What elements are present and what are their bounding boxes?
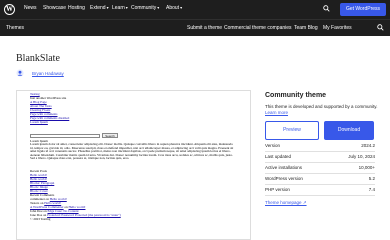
meta-key: Last updated <box>265 154 292 159</box>
meta-key: WordPress version <box>265 176 303 181</box>
theme-title: BlankSlate <box>16 53 60 64</box>
chevron-down-icon: ▾ <box>180 5 183 10</box>
nav-extend[interactable]: Extend▾ <box>90 5 109 11</box>
themes-subnav: Themes Submit a theme Commercial theme c… <box>0 19 390 36</box>
meta-row-active-installs: Active installations 10,000+ <box>265 163 375 174</box>
nav-about[interactable]: About▾ <box>166 5 182 11</box>
nav-learn[interactable]: Learn▾ <box>112 5 128 11</box>
meta-value: July 10, 2024 <box>348 154 375 159</box>
meta-row-last-updated: Last updated July 10, 2024 <box>265 152 375 163</box>
nav-about-label: About <box>166 5 180 11</box>
meta-value: 10,000+ <box>358 165 375 170</box>
preview-search-input <box>30 134 100 138</box>
user-avatar-icon <box>16 69 24 77</box>
chevron-down-icon: ▾ <box>106 5 109 10</box>
nav-learn-label: Learn <box>112 5 125 11</box>
theme-homepage-link[interactable]: Theme homepage ↗ <box>265 200 307 206</box>
meta-value: 7.4 <box>368 187 375 192</box>
preview-comment-link: Protected: Password Protected (the passw… <box>47 213 121 217</box>
preview-search-button: Search <box>102 133 118 138</box>
preview-menu-item: Lorem Ipsum <box>30 120 48 124</box>
commercial-companies-link[interactable]: Commercial theme companies <box>224 25 292 31</box>
community-theme-description: This theme is developed and supported by… <box>265 104 380 116</box>
chevron-down-icon: ▾ <box>125 5 128 10</box>
nav-extend-label: Extend <box>90 5 106 11</box>
preview-footer: © 2023 Testing <box>30 217 51 221</box>
theme-preview-screenshot[interactable]: Testing Just another WordPress site A Bl… <box>16 90 251 240</box>
meta-row-wp-version: WordPress version 5.2 <box>265 174 375 185</box>
meta-value: 2024.2 <box>361 143 375 148</box>
preview-post-body: Lorem ipsum dolor sit amet, consectetur … <box>30 142 234 161</box>
wordpress-logo-icon[interactable]: W <box>4 4 15 15</box>
nav-news[interactable]: News <box>24 5 37 11</box>
meta-row-php-version: PHP version 7.4 <box>265 185 375 196</box>
meta-key: PHP version <box>265 187 290 192</box>
chevron-down-icon: ▾ <box>157 5 160 10</box>
team-blog-link[interactable]: Team Blog <box>294 25 318 31</box>
community-theme-heading: Community theme <box>265 92 327 99</box>
nav-community[interactable]: Community▾ <box>131 5 159 11</box>
description-text: This theme is developed and supported by… <box>265 104 378 109</box>
my-favorites-link[interactable]: My Favorites <box>323 25 352 31</box>
theme-author-link[interactable]: Bryan Hadaway <box>32 71 64 76</box>
preview-button[interactable]: Preview <box>265 121 319 140</box>
nav-hosting[interactable]: Hosting <box>68 5 85 11</box>
global-nav-bar: W News Showcase Hosting Extend▾ Learn▾ C… <box>0 0 390 19</box>
learn-more-link[interactable]: Learn more <box>265 110 288 115</box>
get-wordpress-button[interactable]: Get WordPress <box>340 3 386 16</box>
search-icon[interactable] <box>377 24 384 31</box>
themes-section-link[interactable]: Themes <box>6 25 24 31</box>
search-icon[interactable] <box>323 5 330 12</box>
submit-theme-link[interactable]: Submit a theme <box>187 25 222 31</box>
meta-key: Version <box>265 143 281 148</box>
nav-showcase[interactable]: Showcase <box>43 5 66 11</box>
meta-value: 5.2 <box>368 176 375 181</box>
meta-row-version: Version 2024.2 <box>265 141 375 152</box>
nav-community-label: Community <box>131 5 157 11</box>
download-button[interactable]: Download <box>324 121 374 140</box>
meta-key: Active installations <box>265 165 303 170</box>
